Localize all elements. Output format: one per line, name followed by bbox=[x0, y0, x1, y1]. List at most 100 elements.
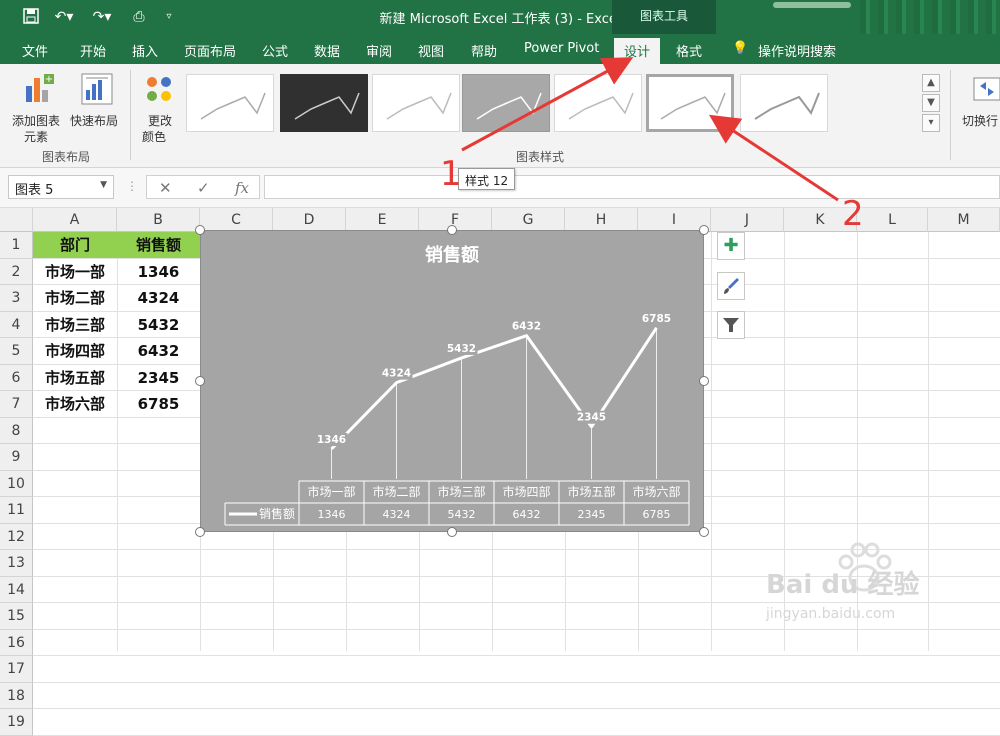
insert-function-icon[interactable]: fx bbox=[235, 179, 249, 197]
table-value: 5432 bbox=[448, 508, 476, 521]
chart-style-thumbnail[interactable] bbox=[740, 74, 828, 132]
row-header[interactable]: 5 bbox=[0, 338, 33, 365]
cell-a1[interactable]: 部门 bbox=[33, 232, 117, 259]
styles-scroll-down-button[interactable]: ▼ bbox=[922, 94, 940, 112]
chart-style-thumbnail[interactable] bbox=[186, 74, 274, 132]
cell-b7[interactable]: 6785 bbox=[117, 391, 200, 418]
row-header[interactable]: 17 bbox=[0, 656, 33, 683]
add-chart-element-button[interactable]: + 添加图表 元素 bbox=[10, 70, 68, 144]
style-tooltip: 样式 12 bbox=[458, 168, 516, 190]
chart-styles-brush-button[interactable] bbox=[717, 272, 745, 300]
row-header[interactable]: 3 bbox=[0, 285, 33, 312]
confirm-icon[interactable]: ✓ bbox=[197, 179, 210, 197]
formula-buttons: ✕ ✓ fx bbox=[146, 175, 260, 199]
grid-line bbox=[33, 708, 1000, 709]
chart-style-thumbnail[interactable] bbox=[372, 74, 460, 132]
tab-file[interactable]: 文件 bbox=[22, 41, 48, 60]
resize-handle[interactable] bbox=[195, 527, 205, 537]
cell-b3[interactable]: 4324 bbox=[117, 285, 200, 312]
row-header[interactable]: 13 bbox=[0, 550, 33, 577]
account-area[interactable] bbox=[773, 2, 851, 8]
row-header[interactable]: 6 bbox=[0, 364, 33, 391]
column-header[interactable]: B bbox=[117, 208, 200, 232]
resize-handle[interactable] bbox=[699, 376, 709, 386]
table-value: 1346 bbox=[318, 508, 346, 521]
row-header[interactable]: 7 bbox=[0, 391, 33, 418]
cell-a2[interactable]: 市场一部 bbox=[33, 259, 117, 286]
cancel-icon[interactable]: ✕ bbox=[159, 179, 172, 197]
column-header[interactable]: H bbox=[565, 208, 638, 232]
resize-handle[interactable] bbox=[699, 527, 709, 537]
row-header[interactable]: 2 bbox=[0, 258, 33, 285]
row-header[interactable]: 15 bbox=[0, 603, 33, 630]
column-header[interactable]: D bbox=[273, 208, 346, 232]
column-header[interactable]: M bbox=[928, 208, 1000, 232]
row-header[interactable]: 10 bbox=[0, 470, 33, 497]
tell-me-search[interactable]: 操作说明搜索 bbox=[758, 41, 836, 60]
row-header[interactable]: 8 bbox=[0, 417, 33, 444]
resize-handle[interactable] bbox=[699, 225, 709, 235]
resize-handle[interactable] bbox=[195, 376, 205, 386]
chart-style-thumbnail[interactable] bbox=[554, 74, 642, 132]
tab-help[interactable]: 帮助 bbox=[471, 41, 497, 60]
chart-filters-button[interactable] bbox=[717, 311, 745, 339]
column-header[interactable]: C bbox=[200, 208, 273, 232]
tab-view[interactable]: 视图 bbox=[418, 41, 444, 60]
tab-formulas[interactable]: 公式 bbox=[262, 41, 288, 60]
column-header[interactable]: A bbox=[33, 208, 117, 232]
tab-page-layout[interactable]: 页面布局 bbox=[184, 41, 236, 60]
cell-a3[interactable]: 市场二部 bbox=[33, 285, 117, 312]
row-header[interactable]: 4 bbox=[0, 311, 33, 338]
line-chart[interactable]: 销售额 1346 4324 5432 6432 2345 6785 市场一部 市场二部 市场三部 市… bbox=[200, 230, 704, 532]
chart-style-thumbnail[interactable] bbox=[280, 74, 368, 132]
resize-handle[interactable] bbox=[447, 527, 457, 537]
cell-b5[interactable]: 6432 bbox=[117, 338, 200, 365]
chart-style-12-thumbnail[interactable] bbox=[646, 74, 734, 132]
styles-more-button[interactable]: ▾ bbox=[922, 114, 940, 132]
row-header[interactable]: 19 bbox=[0, 709, 33, 736]
cell-a7[interactable]: 市场六部 bbox=[33, 391, 117, 418]
row-header[interactable]: 18 bbox=[0, 682, 33, 709]
data-label: 6432 bbox=[512, 321, 541, 333]
group-chart-layouts: 图表布局 bbox=[42, 150, 91, 164]
column-header[interactable]: E bbox=[346, 208, 419, 232]
quick-layout-button[interactable]: 快速布局 bbox=[70, 70, 124, 142]
resize-handle[interactable] bbox=[195, 225, 205, 235]
tab-power-pivot[interactable]: Power Pivot bbox=[524, 41, 599, 56]
tab-review[interactable]: 审阅 bbox=[366, 41, 392, 60]
ribbon-separator bbox=[950, 70, 951, 160]
chevron-down-icon[interactable]: ▼ bbox=[100, 180, 107, 190]
column-header[interactable]: L bbox=[857, 208, 928, 232]
row-header[interactable]: 14 bbox=[0, 576, 33, 603]
switch-row-column-button[interactable]: 切换行 bbox=[958, 70, 1000, 142]
row-header[interactable]: 16 bbox=[0, 629, 33, 656]
styles-scroll-up-button[interactable]: ▲ bbox=[922, 74, 940, 92]
tab-design[interactable]: 设计 bbox=[614, 38, 661, 64]
watermark-url: jingyan.baidu.com bbox=[766, 606, 896, 622]
change-colors-button[interactable]: 更改 颜色 bbox=[138, 70, 182, 144]
tab-data[interactable]: 数据 bbox=[314, 41, 340, 60]
chart-style-thumbnail[interactable] bbox=[462, 74, 550, 132]
cell-b1[interactable]: 销售额 bbox=[117, 232, 200, 259]
category-label: 市场六部 bbox=[632, 484, 680, 499]
cell-a4[interactable]: 市场三部 bbox=[33, 312, 117, 339]
column-header[interactable]: J bbox=[711, 208, 784, 232]
row-header[interactable]: 1 bbox=[0, 232, 33, 259]
column-header[interactable]: G bbox=[492, 208, 565, 232]
cell-b2[interactable]: 1346 bbox=[117, 259, 200, 286]
cell-b4[interactable]: 5432 bbox=[117, 312, 200, 339]
name-box[interactable]: 图表 5 ▼ bbox=[8, 175, 114, 199]
row-header[interactable]: 12 bbox=[0, 523, 33, 550]
tab-insert[interactable]: 插入 bbox=[132, 41, 158, 60]
cell-a5[interactable]: 市场四部 bbox=[33, 338, 117, 365]
row-header[interactable]: 11 bbox=[0, 497, 33, 524]
formula-input[interactable] bbox=[264, 175, 1000, 199]
resize-handle[interactable] bbox=[447, 225, 457, 235]
row-header[interactable]: 9 bbox=[0, 444, 33, 471]
chart-elements-button[interactable]: ✚ bbox=[717, 232, 745, 260]
cell-b6[interactable]: 2345 bbox=[117, 365, 200, 392]
tab-format[interactable]: 格式 bbox=[676, 41, 702, 60]
cell-a6[interactable]: 市场五部 bbox=[33, 365, 117, 392]
tab-home[interactable]: 开始 bbox=[80, 41, 106, 60]
select-all-corner[interactable] bbox=[0, 208, 33, 232]
